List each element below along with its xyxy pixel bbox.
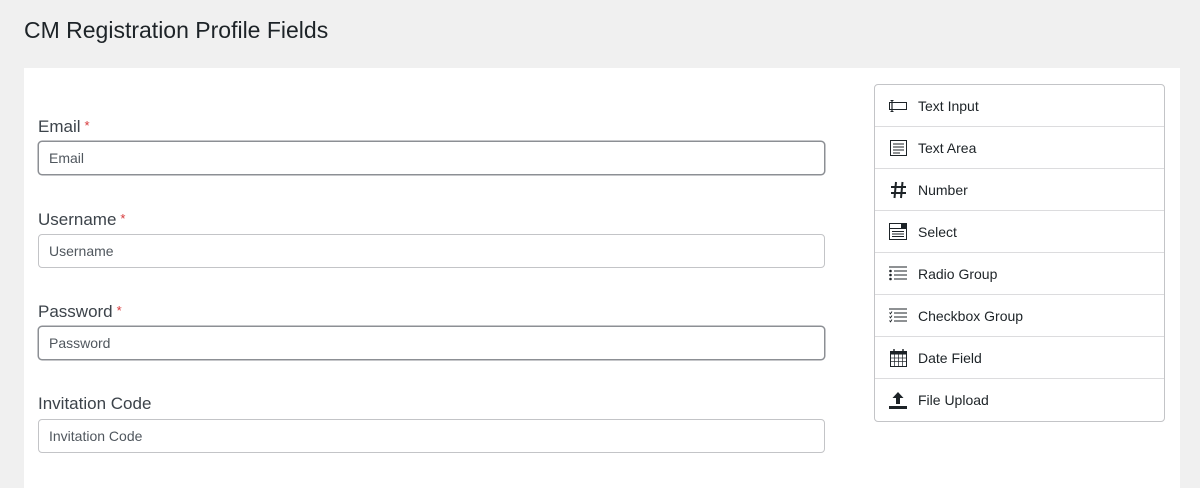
required-marker: * [84, 118, 90, 133]
radio-list-icon [888, 264, 908, 284]
checkbox-list-icon [888, 306, 908, 326]
username-label: Username * [38, 209, 825, 230]
palette-item-date-field[interactable]: Date Field [875, 337, 1164, 379]
email-field-group: Email * [38, 116, 825, 175]
text-input-icon [888, 96, 908, 116]
select-icon [888, 222, 908, 242]
calendar-icon [888, 348, 908, 368]
palette-item-text-area[interactable]: Text Area [875, 127, 1164, 169]
palette-item-label: Date Field [918, 349, 982, 366]
palette-item-label: File Upload [918, 392, 989, 408]
palette-item-number[interactable]: Number [875, 169, 1164, 211]
palette-item-label: Radio Group [918, 265, 998, 282]
palette-item-file-upload[interactable]: File Upload [875, 379, 1164, 421]
palette-item-label: Select [918, 223, 957, 240]
upload-icon [888, 390, 908, 410]
invitation-code-label-text: Invitation Code [38, 394, 152, 413]
palette-item-label: Checkbox Group [918, 307, 1024, 324]
palette-item-label: Text Area [918, 139, 977, 156]
email-label: Email * [38, 116, 825, 137]
field-type-palette: Text Input Text Area Number Select Radio… [874, 84, 1165, 422]
email-field[interactable] [38, 141, 825, 175]
hash-icon [888, 180, 908, 200]
palette-item-text-input[interactable]: Text Input [875, 85, 1164, 127]
invitation-code-field[interactable] [38, 419, 825, 453]
palette-item-select[interactable]: Select [875, 211, 1164, 253]
username-field-group: Username * [38, 209, 825, 268]
username-label-text: Username [38, 210, 117, 229]
palette-item-label: Text Input [918, 97, 979, 114]
palette-item-radio-group[interactable]: Radio Group [875, 253, 1164, 295]
password-label: Password * [38, 301, 825, 322]
palette-item-label: Number [918, 181, 968, 198]
main-panel: Email* Username* Password* Invitation Co… [24, 68, 1180, 488]
required-marker: * [116, 303, 122, 318]
text-area-icon [888, 138, 908, 158]
required-marker: * [120, 211, 126, 226]
email-label-text: Email [38, 117, 81, 136]
password-label-text: Password [38, 302, 113, 321]
page-title: CM Registration Profile Fields [24, 17, 329, 43]
password-field-group: Password * [38, 301, 825, 360]
invitation-code-field-group: Invitation Code [38, 394, 825, 453]
invitation-code-label: Invitation Code [38, 394, 825, 414]
username-field[interactable] [38, 234, 825, 268]
palette-item-checkbox-group[interactable]: Checkbox Group [875, 295, 1164, 337]
password-field[interactable] [38, 326, 825, 360]
